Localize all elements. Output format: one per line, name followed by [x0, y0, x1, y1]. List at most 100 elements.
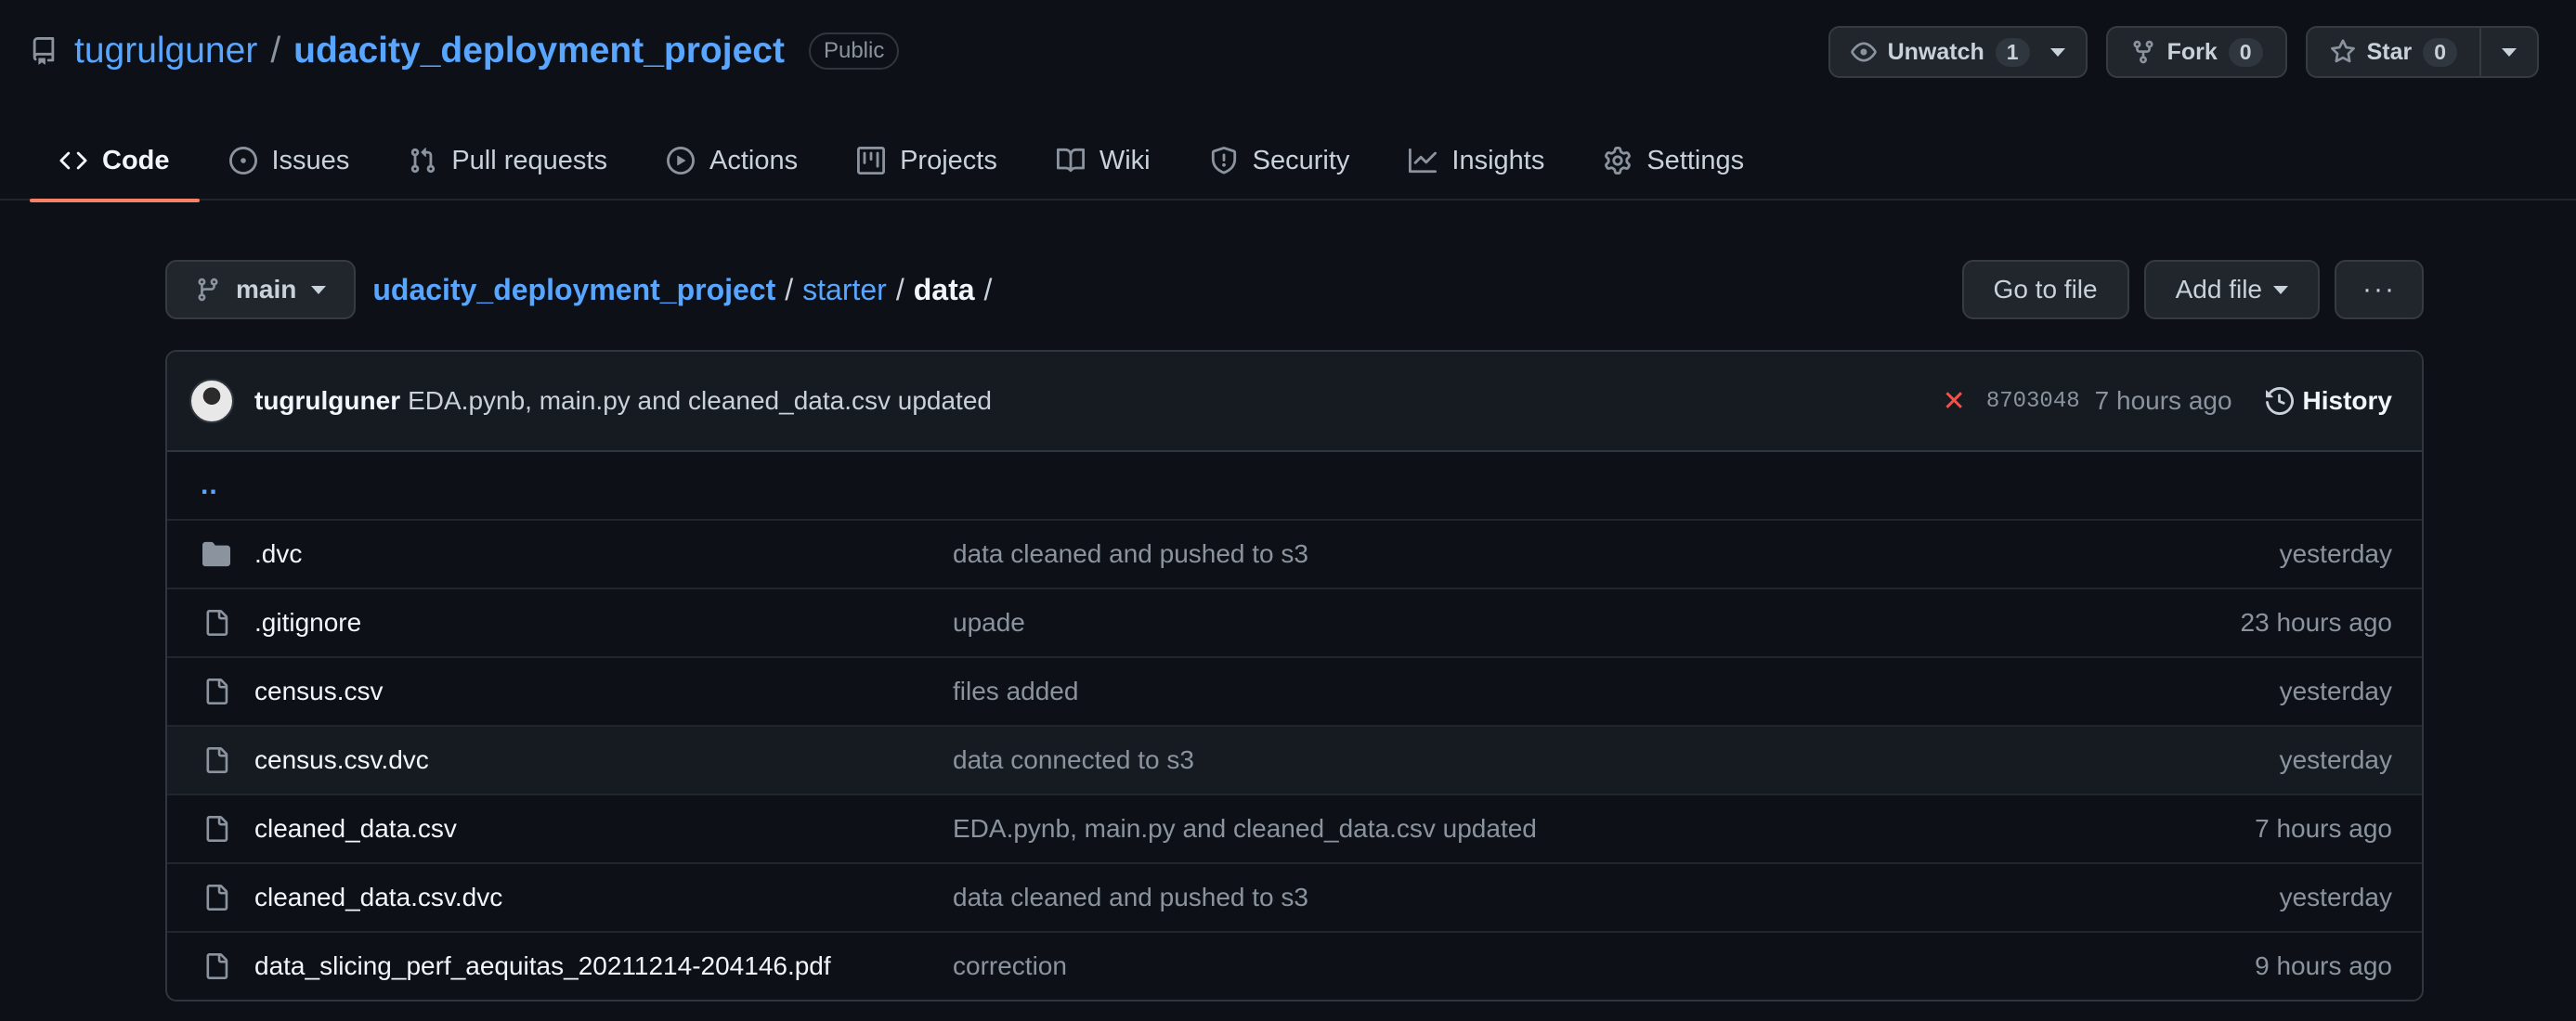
watch-count: 1: [1995, 37, 2030, 67]
file-commit-message[interactable]: correction: [953, 951, 2255, 981]
tab-actions[interactable]: Actions: [637, 121, 827, 200]
file-navigation: main udacity_deployment_project / starte…: [165, 260, 2424, 319]
breadcrumb: udacity_deployment_project / starter / d…: [372, 273, 992, 307]
tab-issues[interactable]: Issues: [200, 121, 380, 200]
tab-label: Issues: [271, 145, 350, 175]
file-commit-message[interactable]: data connected to s3: [953, 745, 2280, 775]
tab-pull-requests[interactable]: Pull requests: [379, 121, 637, 200]
parent-directory-row[interactable]: ..: [167, 452, 2422, 519]
file-age: 7 hours ago: [2255, 814, 2392, 843]
tab-settings[interactable]: Settings: [1574, 121, 1774, 200]
commit-message-link[interactable]: EDA.pynb, main.py and cleaned_data.csv u…: [408, 386, 992, 416]
unwatch-label: Unwatch: [1887, 38, 1984, 65]
commit-sha-link[interactable]: 8703048: [1986, 389, 2080, 414]
visibility-badge: Public: [808, 32, 900, 70]
file-icon: [201, 677, 232, 706]
tab-security[interactable]: Security: [1180, 121, 1380, 200]
commit-meta: ✕ 8703048 7 hours ago History: [1943, 385, 2392, 418]
file-age: 23 hours ago: [2240, 608, 2392, 637]
table-row[interactable]: data_slicing_perf_aequitas_20211214-2041…: [167, 931, 2422, 1000]
breadcrumb-separator: /: [983, 272, 993, 306]
tab-insights[interactable]: Insights: [1379, 121, 1574, 200]
graph-icon: [1409, 147, 1438, 174]
x-icon[interactable]: ✕: [1943, 385, 1966, 418]
breadcrumb-current: data: [913, 272, 975, 306]
tab-wiki[interactable]: Wiki: [1027, 121, 1180, 200]
go-to-file-button[interactable]: Go to file: [1961, 260, 2129, 319]
table-row[interactable]: .dvc data cleaned and pushed to s3 yeste…: [167, 519, 2422, 588]
tab-label: Actions: [709, 145, 799, 175]
eye-icon: [1850, 39, 1877, 65]
file-actions: Go to file Add file ···: [1961, 260, 2424, 319]
tab-label: Code: [102, 145, 170, 175]
repo-name-link[interactable]: udacity_deployment_project: [293, 31, 785, 71]
file-icon: [201, 745, 232, 775]
file-icon: [201, 608, 232, 638]
star-label: Star: [2366, 38, 2413, 65]
tab-label: Settings: [1646, 145, 1745, 175]
repo-owner-link[interactable]: tugrulguner: [74, 31, 257, 71]
issue-icon: [228, 147, 257, 174]
chevron-down-icon: [2273, 285, 2289, 294]
file-name-link[interactable]: census.csv: [254, 677, 953, 706]
play-icon: [666, 147, 695, 174]
repo-icon: [30, 36, 58, 66]
breadcrumb-starter-link[interactable]: starter: [802, 273, 887, 307]
file-icon: [201, 814, 232, 844]
file-commit-message[interactable]: data cleaned and pushed to s3: [953, 883, 2280, 912]
tab-label: Projects: [900, 145, 997, 175]
file-name-link[interactable]: .dvc: [254, 539, 953, 569]
file-age: yesterday: [2279, 677, 2392, 705]
fork-icon: [2130, 39, 2156, 65]
add-file-button[interactable]: Add file: [2143, 260, 2321, 319]
history-label: History: [2302, 386, 2392, 415]
table-row[interactable]: cleaned_data.csv.dvc data cleaned and pu…: [167, 862, 2422, 931]
book-icon: [1056, 147, 1085, 174]
file-age: yesterday: [2279, 539, 2392, 568]
repo-title-separator: /: [270, 31, 281, 71]
history-link[interactable]: History: [2265, 386, 2392, 416]
fork-label: Fork: [2166, 38, 2218, 65]
star-button[interactable]: Star 0: [2305, 26, 2481, 78]
file-name-link[interactable]: cleaned_data.csv: [254, 814, 953, 844]
file-age: yesterday: [2279, 745, 2392, 774]
code-icon: [59, 147, 87, 174]
branch-name: main: [236, 275, 297, 304]
add-file-label: Add file: [2175, 275, 2263, 304]
tab-code[interactable]: Code: [30, 121, 200, 202]
kebab-horizontal-icon: ···: [2362, 274, 2396, 304]
tab-label: Pull requests: [451, 145, 607, 175]
table-row[interactable]: .gitignore upade 23 hours ago: [167, 588, 2422, 656]
chevron-down-icon: [311, 285, 327, 294]
file-name-link[interactable]: cleaned_data.csv.dvc: [254, 883, 953, 912]
avatar[interactable]: [189, 379, 234, 423]
table-row[interactable]: census.csv files added yesterday: [167, 656, 2422, 725]
tab-projects[interactable]: Projects: [827, 121, 1027, 200]
breadcrumb-repo-link[interactable]: udacity_deployment_project: [372, 273, 775, 307]
file-icon: [201, 951, 232, 981]
file-commit-message[interactable]: EDA.pynb, main.py and cleaned_data.csv u…: [953, 814, 2255, 844]
file-name-link[interactable]: data_slicing_perf_aequitas_20211214-2041…: [254, 951, 953, 981]
table-row[interactable]: census.csv.dvc data connected to s3 yest…: [167, 725, 2422, 794]
file-commit-message[interactable]: files added: [953, 677, 2280, 706]
branch-selector[interactable]: main: [165, 260, 357, 319]
pull-request-icon: [409, 147, 436, 174]
unwatch-button[interactable]: Unwatch 1: [1828, 26, 2088, 78]
breadcrumb-separator: /: [895, 272, 904, 306]
fork-button[interactable]: Fork 0: [2105, 26, 2287, 78]
tab-label: Security: [1252, 145, 1350, 175]
parent-directory-link[interactable]: ..: [201, 470, 218, 501]
file-name-link[interactable]: census.csv.dvc: [254, 745, 953, 775]
file-commit-message[interactable]: data cleaned and pushed to s3: [953, 539, 2280, 569]
commit-author-link[interactable]: tugrulguner: [254, 386, 400, 416]
latest-commit-bar: tugrulguner EDA.pynb, main.py and cleane…: [167, 352, 2422, 452]
star-list-dropdown[interactable]: [2481, 26, 2539, 78]
more-options-button[interactable]: ···: [2335, 260, 2424, 319]
file-name-link[interactable]: .gitignore: [254, 608, 953, 638]
file-icon: [201, 883, 232, 912]
repo-title: tugrulguner / udacity_deployment_project…: [30, 26, 900, 76]
repo-tabs: Code Issues Pull requests Actions Projec…: [0, 121, 2576, 202]
history-icon: [2265, 387, 2294, 415]
file-commit-message[interactable]: upade: [953, 608, 2241, 638]
table-row[interactable]: cleaned_data.csv EDA.pynb, main.py and c…: [167, 794, 2422, 862]
